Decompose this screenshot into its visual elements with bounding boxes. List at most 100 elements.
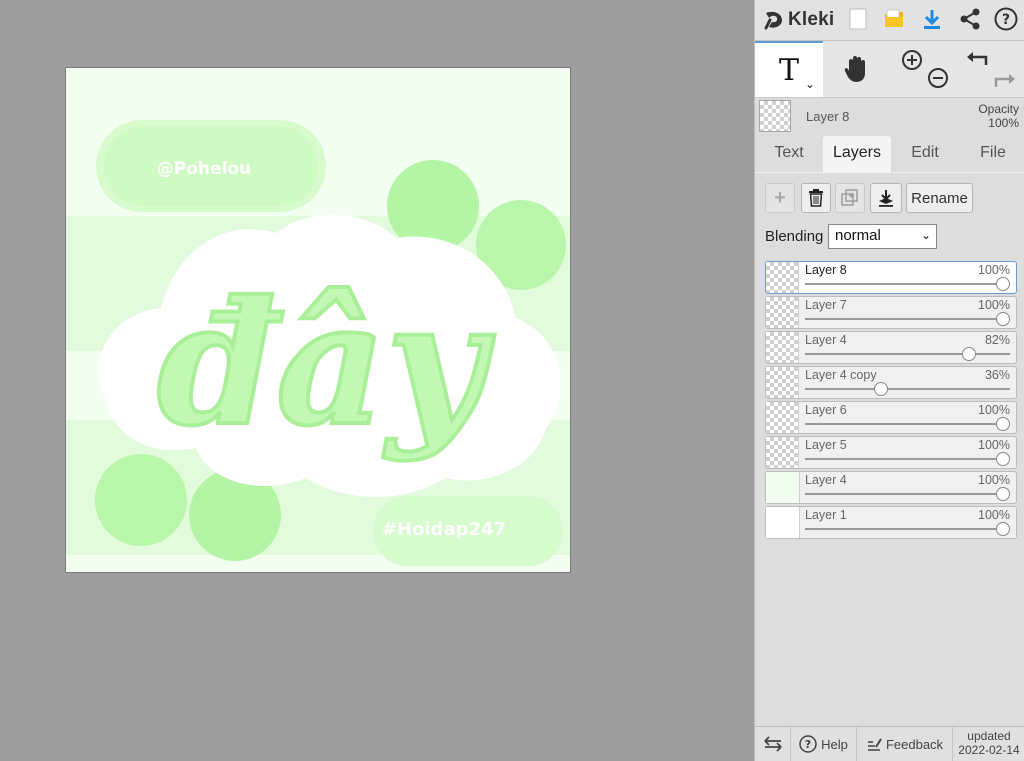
- tab-layers[interactable]: Layers: [823, 136, 891, 172]
- canvas-watermark-bottom: #Hoidap247: [382, 519, 506, 540]
- hand-tool-button[interactable]: [823, 41, 889, 97]
- sidebar: Kleki ? T ⌄ Layer 8 Opacity 100% Text La…: [754, 0, 1024, 761]
- kleki-logo-icon: [764, 11, 782, 30]
- add-layer-button[interactable]: +: [765, 183, 795, 213]
- brand[interactable]: Kleki: [763, 6, 834, 34]
- layer-opacity-slider[interactable]: [805, 493, 1010, 495]
- text-tool-button[interactable]: T ⌄: [755, 41, 823, 97]
- feedback-icon: [867, 738, 882, 751]
- help-icon: ?: [994, 7, 1018, 31]
- tab-edit[interactable]: Edit: [897, 136, 953, 172]
- layer-opacity: 100%: [978, 473, 1010, 487]
- layer-opacity: 100%: [978, 508, 1010, 522]
- blending-value: normal: [835, 227, 881, 244]
- help-button[interactable]: ?: [991, 4, 1021, 34]
- layer-item[interactable]: Layer 6 100%: [765, 401, 1017, 434]
- slider-handle[interactable]: [873, 382, 888, 396]
- help-icon: ?: [799, 735, 817, 753]
- canvas-artwork: đây @Pohelou #Hoidap247: [66, 68, 570, 572]
- text-tool-icon: T: [778, 52, 799, 88]
- merge-down-button[interactable]: [870, 183, 902, 213]
- layer-item[interactable]: Layer 5 100%: [765, 436, 1017, 469]
- layer-opacity-slider[interactable]: [805, 458, 1010, 460]
- canvas-watermark-top: @Pohelou: [157, 159, 251, 179]
- layer-item[interactable]: Layer 8 100%: [765, 261, 1017, 294]
- swap-layout-button[interactable]: [755, 727, 791, 761]
- layer-opacity-slider[interactable]: [805, 283, 1010, 285]
- duplicate-layer-button[interactable]: [835, 183, 865, 213]
- svg-text:?: ?: [805, 738, 811, 751]
- layer-opacity-slider[interactable]: [805, 318, 1010, 320]
- canvas-workspace[interactable]: đây @Pohelou #Hoidap247: [0, 0, 754, 761]
- layer-item[interactable]: Layer 4 copy 36%: [765, 366, 1017, 399]
- layers-panel: + Rename Blending normal ⌄ Layer 8 100% …: [755, 172, 1024, 728]
- feedback-label: Feedback: [885, 736, 944, 752]
- delete-layer-button[interactable]: [801, 183, 831, 213]
- slider-handle[interactable]: [996, 417, 1010, 431]
- hand-tool-icon: [844, 56, 865, 82]
- current-layer-opacity: Opacity 100%: [978, 102, 1019, 130]
- svg-text:?: ?: [1002, 12, 1010, 28]
- app-name: Kleki: [788, 9, 835, 30]
- open-folder-icon: [885, 9, 903, 27]
- help-label: Help: [821, 736, 848, 752]
- layer-name: Layer 8: [805, 263, 847, 277]
- updated-info[interactable]: updated 2022-02-14: [957, 729, 1021, 757]
- new-image-button[interactable]: [843, 4, 873, 34]
- drawing-canvas[interactable]: đây @Pohelou #Hoidap247: [66, 68, 570, 572]
- chevron-down-icon[interactable]: ⌄: [805, 77, 815, 91]
- open-button[interactable]: [879, 4, 909, 34]
- layer-opacity-slider[interactable]: [805, 528, 1010, 530]
- layer-thumbnail: [766, 402, 799, 433]
- layer-item[interactable]: Layer 1 100%: [765, 506, 1017, 539]
- layer-item[interactable]: Layer 4 100%: [765, 471, 1017, 504]
- share-button[interactable]: [955, 4, 985, 34]
- tab-text[interactable]: Text: [761, 136, 817, 172]
- slider-handle[interactable]: [996, 277, 1010, 291]
- footer: ? Help Feedback updated 2022-02-14: [755, 726, 1024, 761]
- layer-opacity: 100%: [978, 263, 1010, 277]
- layer-opacity: 100%: [978, 438, 1010, 452]
- top-bar: Kleki ?: [755, 0, 1024, 41]
- plus-icon: +: [774, 186, 786, 209]
- zoom-out-icon[interactable]: [928, 68, 948, 88]
- tab-bar: Text Layers Edit File: [755, 136, 1024, 172]
- slider-handle[interactable]: [996, 452, 1010, 466]
- tab-file[interactable]: File: [965, 136, 1021, 172]
- layer-opacity: 100%: [978, 298, 1010, 312]
- chevron-down-icon: ⌄: [920, 228, 931, 242]
- layer-item[interactable]: Layer 7 100%: [765, 296, 1017, 329]
- slider-handle[interactable]: [996, 522, 1010, 536]
- slider-handle[interactable]: [996, 487, 1010, 501]
- layer-name: Layer 7: [805, 298, 847, 312]
- new-image-icon: [849, 8, 867, 30]
- current-layer-thumbnail: [759, 100, 791, 132]
- layer-thumbnail: [766, 367, 799, 398]
- slider-handle[interactable]: [996, 312, 1010, 326]
- layer-thumbnail: [766, 507, 800, 538]
- layer-item[interactable]: Layer 4 82%: [765, 331, 1017, 364]
- layer-name: Layer 1: [805, 508, 847, 522]
- layer-name: Layer 4: [805, 333, 847, 347]
- layer-opacity: 82%: [984, 333, 1010, 347]
- blending-select[interactable]: normal ⌄: [828, 224, 937, 249]
- zoom-in-icon[interactable]: [902, 50, 922, 70]
- layer-thumbnail: [766, 472, 800, 503]
- rename-layer-button[interactable]: Rename: [906, 183, 973, 213]
- layer-opacity-slider[interactable]: [805, 388, 1010, 390]
- layer-name: Layer 4: [805, 473, 847, 487]
- opacity-label: Opacity: [978, 102, 1019, 116]
- layer-name: Layer 5: [805, 438, 847, 452]
- download-button[interactable]: [917, 4, 947, 34]
- layer-opacity-slider[interactable]: [805, 423, 1010, 425]
- layer-thumbnail: [766, 437, 799, 468]
- layer-name: Layer 4 copy: [805, 368, 877, 382]
- layer-opacity-slider[interactable]: [805, 353, 1010, 355]
- undo-icon[interactable]: [967, 52, 988, 65]
- feedback-link[interactable]: Feedback: [857, 727, 953, 761]
- tool-row: T ⌄: [755, 41, 1024, 98]
- updated-date: 2022-02-14: [958, 743, 1020, 757]
- slider-handle[interactable]: [961, 347, 976, 361]
- help-link[interactable]: ? Help: [791, 727, 857, 761]
- redo-icon[interactable]: [994, 74, 1015, 87]
